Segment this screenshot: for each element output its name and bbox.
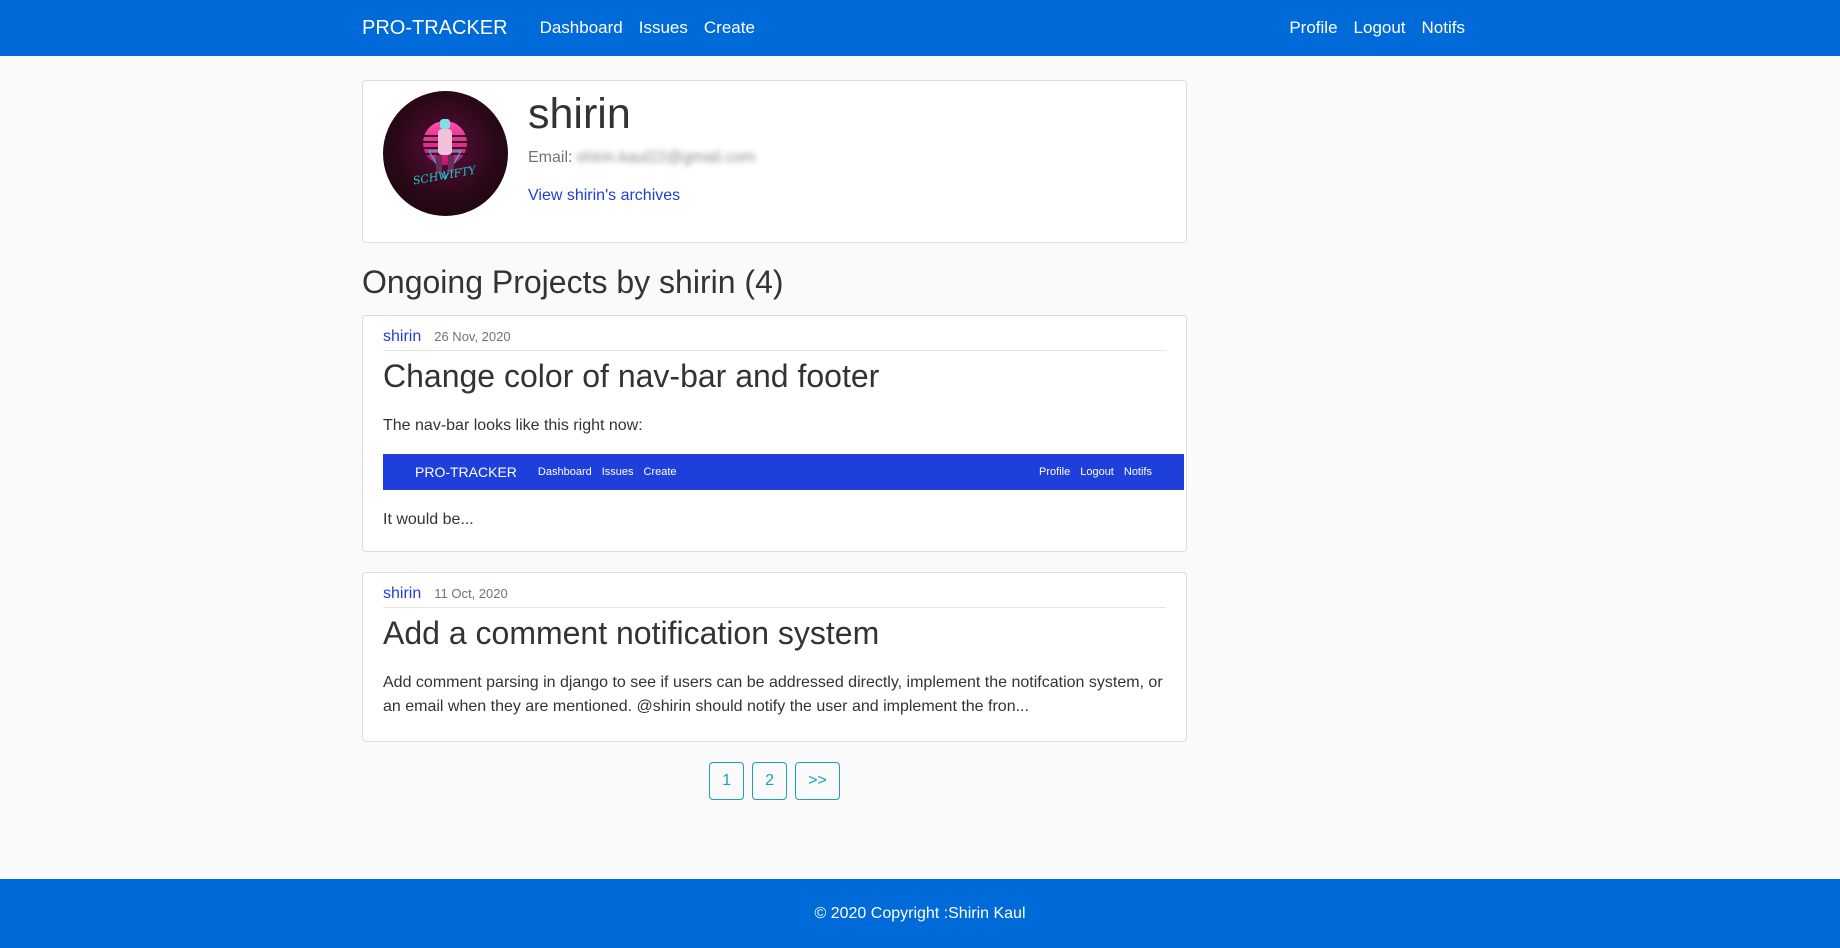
embedded-nav-profile: Profile xyxy=(1039,465,1071,478)
embedded-nav-right: Profile Logout Notifs xyxy=(1039,466,1152,478)
post-meta: shirin 11 Oct, 2020 xyxy=(383,585,1166,609)
post-title[interactable]: Change color of nav-bar and footer xyxy=(383,357,1166,395)
post-date: 26 Nov, 2020 xyxy=(434,329,511,345)
profile-info: shirin Email: shirin.kaul22@gmail.com Vie… xyxy=(528,89,755,205)
avatar-image: SCHWIFTY xyxy=(412,119,478,187)
nav-create[interactable]: Create xyxy=(704,18,755,38)
avatar: SCHWIFTY xyxy=(383,91,508,216)
nav-left: Dashboard Issues Create xyxy=(540,18,771,38)
footer: © 2020 Copyright :Shirin Kaul xyxy=(0,879,1840,948)
embedded-nav-dashboard: Dashboard xyxy=(537,465,592,478)
page-2-button[interactable]: 2 xyxy=(752,762,788,801)
nav-notifs[interactable]: Notifs xyxy=(1422,18,1465,38)
main-content: SCHWIFTY shirin Email: shirin.kaul22@gmai… xyxy=(362,80,1187,801)
post-card: shirin 11 Oct, 2020 Add a comment notifi… xyxy=(362,572,1187,743)
email-row: Email: shirin.kaul22@gmail.com xyxy=(528,149,755,167)
embedded-nav-create: Create xyxy=(643,465,677,478)
post-meta: shirin 26 Nov, 2020 xyxy=(383,328,1166,352)
post-author-link[interactable]: shirin xyxy=(383,328,421,346)
top-navbar: PRO-TRACKER Dashboard Issues Create Prof… xyxy=(0,0,1840,56)
post-author-link[interactable]: shirin xyxy=(383,585,421,603)
embedded-nav-issues: Issues xyxy=(601,465,634,478)
post-text: Add comment parsing in django to see if … xyxy=(383,673,1163,715)
email-value: shirin.kaul22@gmail.com xyxy=(576,148,756,166)
embedded-nav-logout: Logout xyxy=(1080,465,1114,478)
footer-copyright: © 2020 Copyright :Shirin Kaul xyxy=(814,904,1026,922)
nav-right: Profile Logout Notifs xyxy=(1289,18,1465,38)
post-text: The nav-bar looks like this right now: xyxy=(383,416,643,434)
embedded-navbar-image: PRO-TRACKER Dashboard Issues Create Prof… xyxy=(383,453,1184,490)
next-page-button[interactable]: >> xyxy=(795,762,840,801)
embedded-brand: PRO-TRACKER xyxy=(415,463,517,480)
brand-link[interactable]: PRO-TRACKER xyxy=(362,17,508,40)
page-1-button[interactable]: 1 xyxy=(709,762,745,801)
view-archives-link[interactable]: View shirin's archives xyxy=(528,187,755,205)
profile-username: shirin xyxy=(528,90,631,138)
nav-issues[interactable]: Issues xyxy=(639,18,688,38)
pagination: 1 2 >> xyxy=(362,762,1187,801)
profile-card: SCHWIFTY shirin Email: shirin.kaul22@gmai… xyxy=(362,80,1187,243)
post-title[interactable]: Add a comment notification system xyxy=(383,614,1166,652)
navbar-inner: PRO-TRACKER Dashboard Issues Create Prof… xyxy=(362,0,1465,56)
avatar-caption: SCHWIFTY xyxy=(412,163,478,187)
embedded-nav-notifs: Notifs xyxy=(1123,465,1152,478)
section-title: Ongoing Projects by shirin (4) xyxy=(362,264,784,300)
post-card: shirin 26 Nov, 2020 Change color of nav-… xyxy=(362,315,1187,553)
post-text-after: It would be... xyxy=(383,510,474,528)
email-label: Email: xyxy=(528,148,573,166)
nav-logout[interactable]: Logout xyxy=(1354,18,1406,38)
post-date: 11 Oct, 2020 xyxy=(434,586,508,602)
nav-profile[interactable]: Profile xyxy=(1289,18,1337,38)
nav-dashboard[interactable]: Dashboard xyxy=(540,18,623,38)
